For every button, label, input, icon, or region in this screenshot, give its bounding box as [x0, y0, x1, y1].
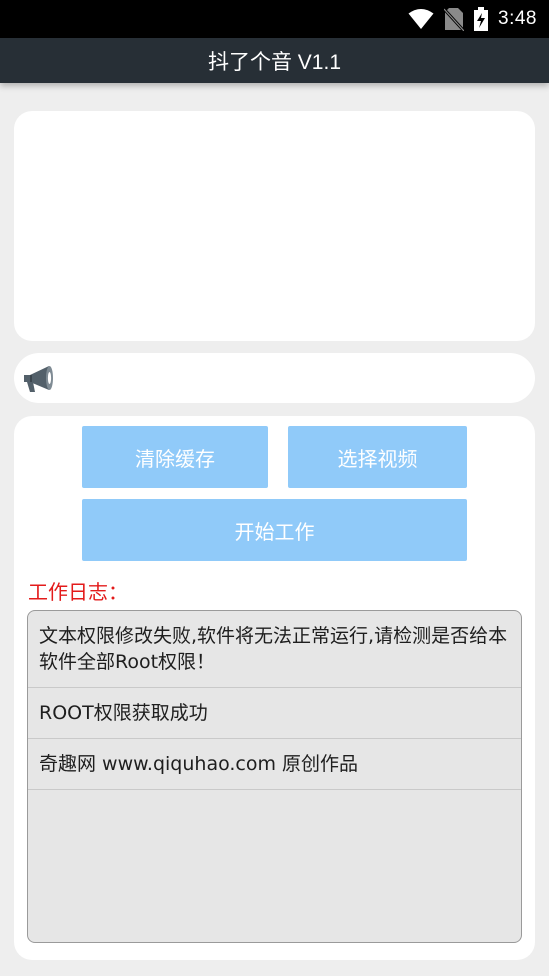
battery-charging-icon [474, 7, 489, 31]
no-sim-icon [444, 7, 465, 31]
log-list[interactable]: 文本权限修改失败,软件将无法正常运行,请检测是否给本软件全部Root权限！ RO… [27, 610, 522, 943]
log-item: ROOT权限获取成功 [28, 688, 521, 739]
app-bar: 抖了个音 V1.1 [0, 38, 549, 83]
log-title: 工作日志： [28, 580, 128, 604]
megaphone-icon [24, 366, 53, 392]
top-panel [14, 111, 535, 341]
select-video-button[interactable]: 选择视频 [288, 426, 467, 488]
clear-cache-button[interactable]: 清除缓存 [82, 426, 268, 488]
main-panel: 清除缓存 选择视频 开始工作 工作日志： 文本权限修改失败,软件将无法正常运行,… [14, 416, 535, 960]
notice-bar [14, 353, 535, 403]
log-item: 文本权限修改失败,软件将无法正常运行,请检测是否给本软件全部Root权限！ [28, 611, 521, 688]
log-item: 奇趣网 www.qiquhao.com 原创作品 [28, 739, 521, 790]
status-bar: 3:48 [0, 0, 549, 38]
status-time: 3:48 [498, 8, 537, 29]
wifi-icon [408, 9, 434, 29]
start-work-button[interactable]: 开始工作 [82, 499, 467, 561]
app-title: 抖了个音 V1.1 [207, 50, 342, 74]
